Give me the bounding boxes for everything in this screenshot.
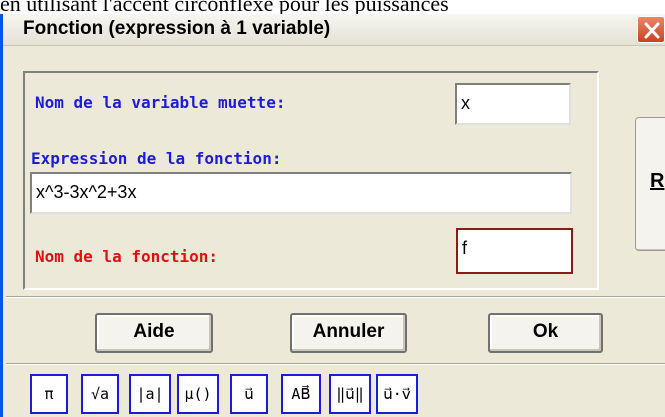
vector-u-icon: u⃗ xyxy=(244,385,254,403)
sqrt-symbol-button[interactable]: √a xyxy=(81,374,119,414)
vector-u-symbol-button[interactable]: u⃗ xyxy=(230,374,268,414)
abs-icon: |a| xyxy=(136,385,164,403)
close-icon xyxy=(644,22,660,39)
abs-symbol-button[interactable]: |a| xyxy=(129,374,171,414)
variable-label: Nom de la variable muette: xyxy=(35,93,286,112)
separator xyxy=(6,296,665,298)
pi-symbol-button[interactable]: π xyxy=(30,374,68,414)
title-bar[interactable]: Fonction (expression à 1 variable) xyxy=(3,14,665,46)
help-button[interactable]: Aide xyxy=(95,313,213,353)
dialog-title: Fonction (expression à 1 variable) xyxy=(23,18,331,39)
dot-product-icon: u⃗·v⃗ xyxy=(383,385,411,403)
expression-input[interactable]: x^3-3x^2+3x xyxy=(30,172,572,214)
norm-icon: ‖u⃗‖ xyxy=(336,385,364,403)
vector-ab-icon: AB⃗ xyxy=(291,385,311,403)
function-name-label: Nom de la fonction: xyxy=(35,247,219,266)
mu-symbol-button[interactable]: µ() xyxy=(177,374,219,414)
pi-icon: π xyxy=(44,385,54,403)
vector-ab-symbol-button[interactable]: AB⃗ xyxy=(281,374,321,414)
variable-input[interactable]: x xyxy=(455,83,571,125)
function-dialog: Fonction (expression à 1 variable) Nom d… xyxy=(0,14,665,417)
cancel-button[interactable]: Annuler xyxy=(290,313,407,353)
expression-label: Expression de la fonction: xyxy=(31,149,282,168)
close-button[interactable] xyxy=(637,16,665,43)
r-button[interactable]: R xyxy=(635,117,665,251)
r-button-label: R xyxy=(650,170,665,192)
ok-button[interactable]: Ok xyxy=(488,313,603,353)
dot-product-symbol-button[interactable]: u⃗·v⃗ xyxy=(376,374,418,414)
function-name-input[interactable]: f xyxy=(456,228,573,274)
sqrt-icon: √a xyxy=(90,385,110,403)
norm-symbol-button[interactable]: ‖u⃗‖ xyxy=(329,374,371,414)
mu-icon: µ() xyxy=(184,385,212,403)
separator xyxy=(6,363,665,365)
